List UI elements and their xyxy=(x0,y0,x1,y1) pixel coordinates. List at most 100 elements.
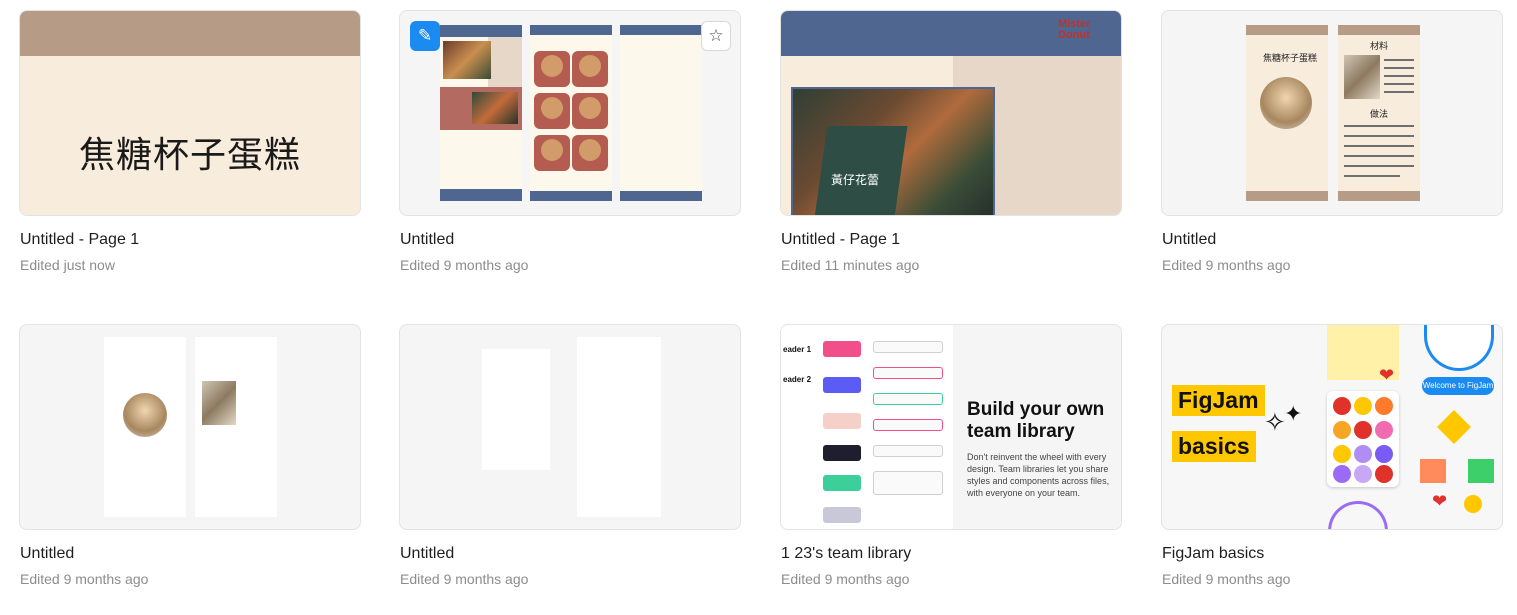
heart-icon: ❤ xyxy=(1379,365,1395,385)
brand-logo: Mister Donut xyxy=(1058,18,1091,41)
file-card[interactable]: eader 1 eader 2 Build your own team libr… xyxy=(780,324,1122,587)
file-edited-time: Edited 9 months ago xyxy=(1162,571,1291,587)
chat-bubble: Welcome to FigJam xyxy=(1422,377,1494,395)
file-thumbnail[interactable]: 焦糖杯子蛋糕 xyxy=(19,10,361,216)
design-page xyxy=(195,337,277,517)
file-edited-time: Edited 9 months ago xyxy=(400,257,529,273)
sparkle-icon: ✧ xyxy=(1264,407,1286,437)
page-band xyxy=(1338,191,1420,201)
cupcake-photo xyxy=(1260,77,1312,129)
page-band xyxy=(440,189,522,201)
design-page xyxy=(577,337,661,517)
file-name[interactable]: Untitled - Page 1 xyxy=(20,231,139,249)
cup-label: 黃仔花蕾 xyxy=(831,173,880,187)
file-thumbnail[interactable]: eader 1 eader 2 Build your own team libr… xyxy=(780,324,1122,530)
design-page xyxy=(620,25,702,201)
file-card[interactable]: FigJam basics ✧ ✦ ❤ Welcome to FigJam ❤ … xyxy=(1161,324,1503,587)
file-card[interactable]: Untitled Edited 9 months ago xyxy=(399,324,741,587)
color-chip xyxy=(823,413,861,429)
ingredients-title: 材料 xyxy=(1369,42,1388,52)
page-band xyxy=(530,191,612,201)
design-page xyxy=(482,349,550,470)
method-title: 做法 xyxy=(1369,110,1388,120)
file-card[interactable]: 焦糖杯子蛋糕 材料 做法 Untitled Edited 9 months ag… xyxy=(1161,10,1503,273)
file-thumbnail[interactable]: ✎ ☆ xyxy=(399,10,741,216)
page-band xyxy=(440,25,522,37)
file-thumbnail[interactable]: FigJam basics ✧ ✦ ❤ Welcome to FigJam ❤ xyxy=(1161,324,1503,530)
cupcake-photo xyxy=(123,393,167,437)
style-label: eader 2 xyxy=(783,375,812,384)
text-line xyxy=(1384,75,1414,77)
donut-tile xyxy=(572,93,608,129)
text-line xyxy=(1344,165,1414,167)
page-band xyxy=(620,191,702,201)
page-band xyxy=(1246,25,1328,35)
file-card[interactable]: Untitled Edited 9 months ago xyxy=(19,324,361,587)
page-band xyxy=(620,25,702,35)
emoji-sticker xyxy=(1333,397,1351,415)
page-title: 焦糖杯子蛋糕 xyxy=(1262,54,1317,64)
file-edited-time: Edited 9 months ago xyxy=(400,571,529,587)
thumbnail-title: 焦糖杯子蛋糕 xyxy=(78,135,301,176)
file-edited-time: Edited 11 minutes ago xyxy=(781,257,920,273)
file-thumbnail[interactable] xyxy=(19,324,361,530)
emoji-sticker xyxy=(1333,445,1351,463)
food-photo xyxy=(443,41,491,79)
thumbnail-header-band xyxy=(20,11,360,56)
page-block xyxy=(488,37,522,87)
sparkle-icon: ✦ xyxy=(1284,401,1303,426)
file-grid: 焦糖杯子蛋糕 Untitled - Page 1 Edited just now xyxy=(0,0,1517,615)
text-line xyxy=(1384,83,1414,85)
file-edited-time: Edited 9 months ago xyxy=(20,571,149,587)
emoji-sticker xyxy=(1354,397,1372,415)
text-line xyxy=(1384,91,1414,93)
file-thumbnail[interactable]: 黃仔花蕾 Mister Donut xyxy=(780,10,1122,216)
ingredients-photo xyxy=(1344,55,1380,99)
file-name[interactable]: FigJam basics xyxy=(1162,545,1264,563)
file-name[interactable]: 1 23's team library xyxy=(781,545,911,563)
emoji-sticker xyxy=(1464,495,1482,513)
text-line xyxy=(1344,155,1414,157)
sample-input xyxy=(873,419,943,431)
emoji-sticker xyxy=(1333,421,1351,439)
figjam-title-label: FigJam xyxy=(1172,385,1265,416)
text-line xyxy=(1384,59,1414,61)
emoji-sticker xyxy=(1375,397,1393,415)
square-shape xyxy=(1420,459,1446,483)
donut-tile xyxy=(534,93,570,129)
file-edited-time: Edited 9 months ago xyxy=(1162,257,1291,273)
file-thumbnail[interactable]: 焦糖杯子蛋糕 材料 做法 xyxy=(1161,10,1503,216)
text-line xyxy=(1344,175,1400,177)
text-line xyxy=(1344,145,1414,147)
text-line xyxy=(1344,125,1414,127)
file-card[interactable]: ✎ ☆ Untitled Edited 9 months ago xyxy=(399,10,741,273)
sample-input xyxy=(873,445,943,457)
donut-tile xyxy=(572,51,608,87)
library-headline: Build your own team library xyxy=(967,399,1105,442)
emoji-sticker xyxy=(1354,445,1372,463)
color-chip xyxy=(823,341,861,357)
emoji-sticker xyxy=(1354,421,1372,439)
square-shape xyxy=(1468,459,1494,483)
file-name[interactable]: Untitled xyxy=(400,231,454,249)
text-line xyxy=(1344,135,1414,137)
emoji-sticker xyxy=(1375,421,1393,439)
figjam-title-label: basics xyxy=(1172,431,1256,462)
page-band xyxy=(1246,191,1328,201)
file-thumbnail[interactable] xyxy=(399,324,741,530)
file-card[interactable]: 焦糖杯子蛋糕 Untitled - Page 1 Edited just now xyxy=(19,10,361,273)
file-card[interactable]: 黃仔花蕾 Mister Donut Untitled - Page 1 Edit… xyxy=(780,10,1122,273)
file-name[interactable]: Untitled xyxy=(1162,231,1216,249)
star-icon[interactable]: ☆ xyxy=(701,21,731,51)
page-band xyxy=(530,25,612,35)
emoji-sticker xyxy=(1354,465,1372,483)
text-line xyxy=(1384,67,1414,69)
file-name[interactable]: Untitled xyxy=(20,545,74,563)
avatar-ring xyxy=(1328,501,1388,529)
file-name[interactable]: Untitled xyxy=(400,545,454,563)
file-name[interactable]: Untitled - Page 1 xyxy=(781,231,900,249)
sample-input xyxy=(873,367,943,379)
color-chip xyxy=(823,507,861,523)
page-band xyxy=(1338,25,1420,35)
color-chip xyxy=(823,475,861,491)
